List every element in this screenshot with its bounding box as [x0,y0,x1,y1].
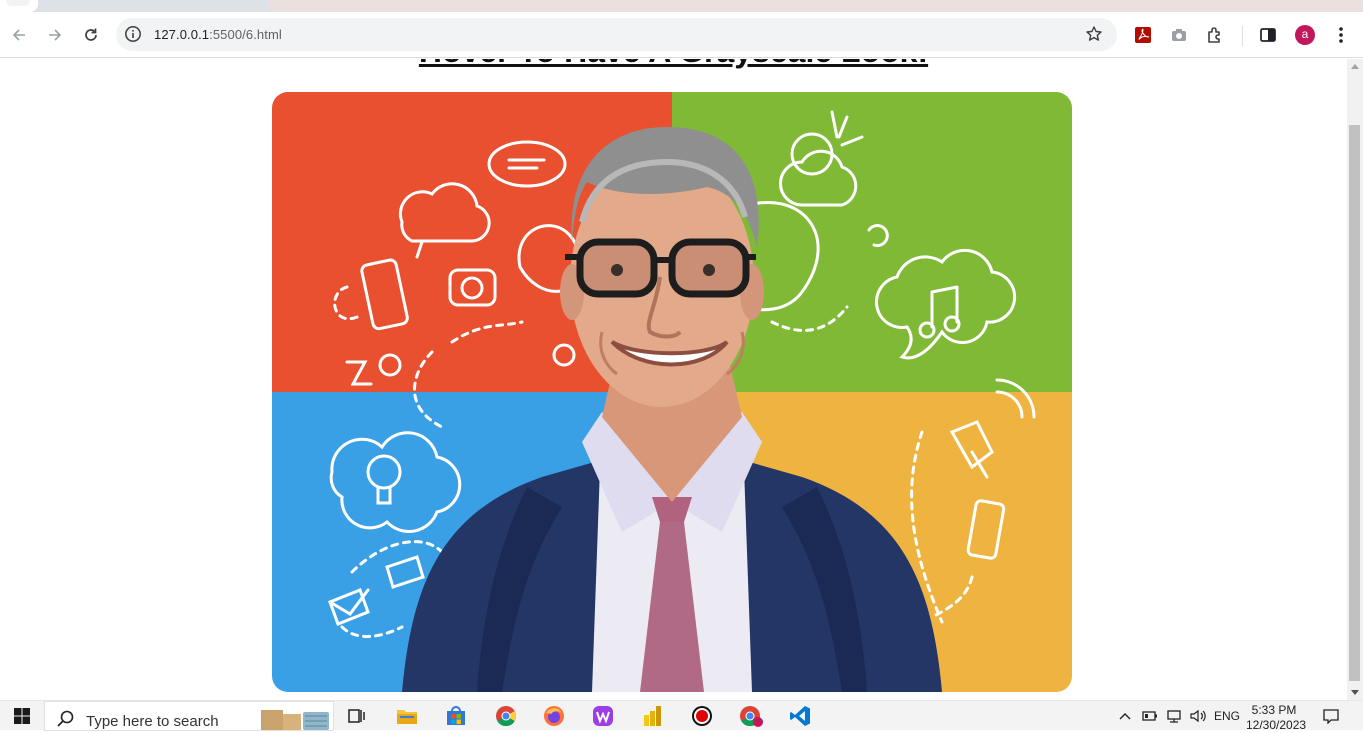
back-button[interactable] [7,23,31,47]
address-bar[interactable]: 127.0.0.1:5500/6.html [116,18,1117,51]
tab-strip-background [268,0,1363,12]
tab-strip [0,0,1363,12]
tab-active[interactable] [0,0,38,12]
side-panel-icon[interactable] [1256,23,1280,47]
language-indicator[interactable]: ENG [1211,701,1243,731]
search-highlight-icon [261,710,329,730]
vertical-scrollbar[interactable] [1347,59,1363,700]
taskbar-clock[interactable]: 5:33 PM 12/30/2023 [1246,703,1307,733]
windows-taskbar: Type here to search ENG 5:33 PM 12/30/20… [0,700,1363,733]
windows-logo-icon [14,708,30,724]
portrait-illustration [272,92,1072,692]
arrow-left-icon [12,29,25,41]
search-placeholder: Type here to search [86,713,219,730]
volume-icon[interactable] [1187,701,1209,731]
bookmark-star-icon[interactable] [1085,25,1103,48]
page-viewport: Hover To Have A Grayscale Look! [0,59,1347,700]
arrow-right-icon [49,29,62,41]
firefox-icon [544,706,564,726]
page-heading: Hover To Have A Grayscale Look! [0,59,1347,70]
site-info-icon[interactable] [124,25,142,48]
start-button[interactable] [0,701,44,731]
camera-extension-icon[interactable] [1167,23,1191,47]
clock-date: 12/30/2023 [1246,718,1307,732]
notifications-icon[interactable] [1318,701,1344,731]
chrome-app[interactable] [483,701,529,731]
vscode-app[interactable] [777,701,823,731]
profile-avatar[interactable]: a [1295,25,1315,45]
power-bi-app[interactable] [629,701,675,731]
reload-button[interactable] [79,23,103,47]
url-host: 127.0.0.1 [154,27,210,42]
chrome-profile-app[interactable] [728,701,774,731]
power-bi-icon [644,706,661,726]
reload-icon [85,28,97,41]
taskbar-search-box[interactable]: Type here to search [44,701,334,731]
browser-toolbar: 127.0.0.1:5500/6.html a [0,12,1363,58]
scrollbar-thumb[interactable] [1349,125,1360,681]
network-icon[interactable] [1163,701,1185,731]
url-path: :5500/6.html [209,27,282,42]
tray-overflow-chevron-icon[interactable] [1116,701,1134,731]
vscode-icon [790,706,810,726]
battery-icon[interactable] [1139,701,1161,731]
firefox-app[interactable] [531,701,577,731]
folder-icon [397,710,417,724]
menu-kebab-icon[interactable] [1329,23,1353,47]
wps-icon [593,706,613,726]
task-view-icon [348,709,365,723]
store-icon [447,706,465,725]
extensions-puzzle-icon[interactable] [1203,23,1227,47]
chrome-profile-icon [740,706,763,727]
pdf-extension-icon[interactable] [1131,23,1155,47]
clock-time: 5:33 PM [1251,703,1297,717]
file-explorer-app[interactable] [384,701,430,731]
microsoft-store-app[interactable] [433,701,479,731]
screen-recorder-app[interactable] [679,701,725,731]
wps-office-app[interactable] [580,701,626,731]
task-view-button[interactable] [334,701,380,731]
toolbar-divider [1242,26,1243,46]
hero-image[interactable] [272,92,1072,692]
scroll-down-arrow-icon[interactable] [1351,690,1359,695]
url-text[interactable]: 127.0.0.1:5500/6.html [154,27,282,42]
forward-button[interactable] [43,23,67,47]
chrome-icon [496,706,517,727]
scroll-up-arrow-icon[interactable] [1351,64,1359,69]
record-icon [692,706,712,726]
